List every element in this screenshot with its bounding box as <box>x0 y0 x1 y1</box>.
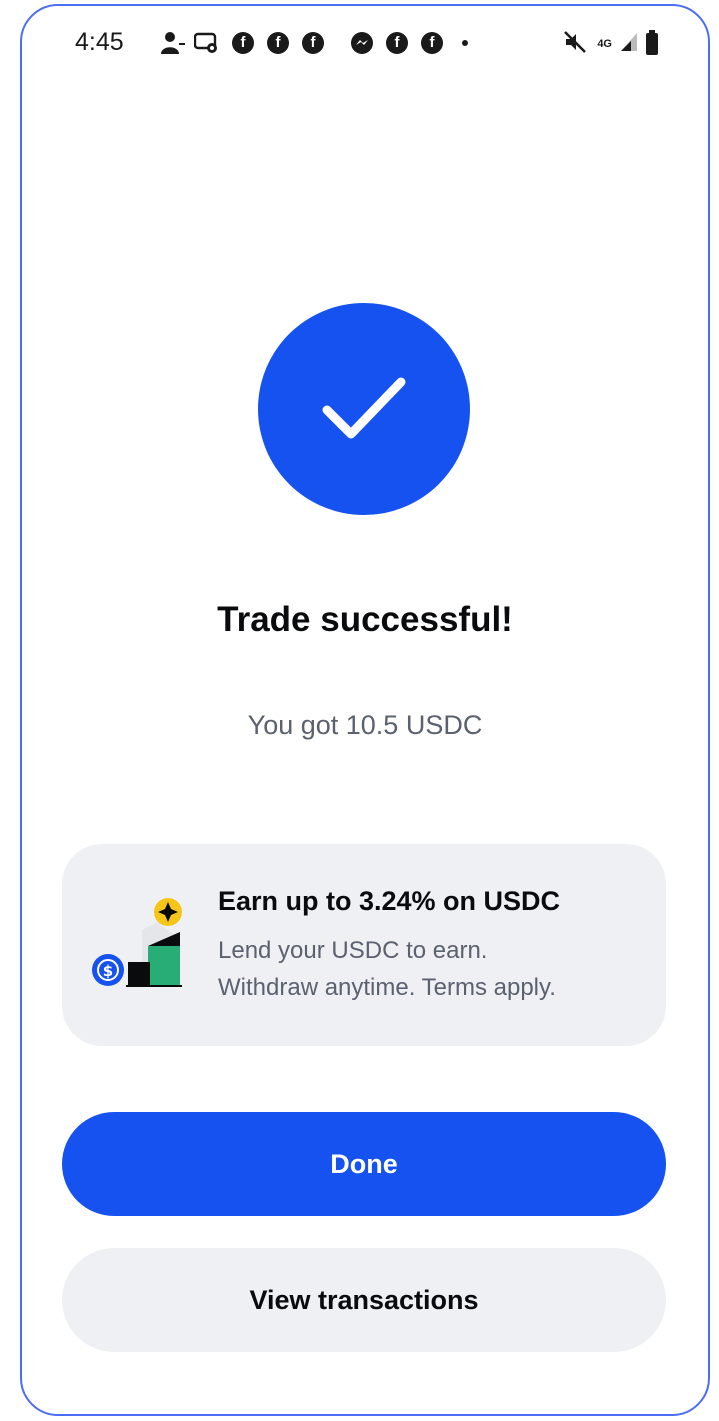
earn-promo-card[interactable]: $ Earn up to 3.24% on USDC Lend your USD… <box>62 844 666 1046</box>
status-time: 4:45 <box>75 28 124 56</box>
status-bar: 4:45 f f f f f 4G <box>22 6 708 86</box>
success-title: Trade successful! <box>217 600 513 639</box>
svg-text:$: $ <box>103 962 113 980</box>
messenger-icon <box>351 28 373 58</box>
done-button[interactable]: Done <box>62 1112 666 1216</box>
promo-description-line2: Withdraw anytime. Terms apply. <box>218 974 556 1001</box>
more-dot-icon <box>462 40 468 46</box>
voicemail-icon <box>194 28 220 58</box>
usdc-earn-illustration-icon: $ <box>92 892 192 992</box>
system-icons: 4G <box>563 30 658 58</box>
facebook-icon: f <box>386 32 408 54</box>
signal-icon <box>620 32 638 57</box>
person-add-icon <box>160 28 186 58</box>
lte-icon: 4G <box>597 37 612 50</box>
promo-description-line1: Lend your USDC to earn. <box>218 937 488 964</box>
facebook-icon: f <box>421 32 443 54</box>
promo-title: Earn up to 3.24% on USDC <box>218 886 561 916</box>
battery-icon <box>646 30 658 55</box>
mute-icon <box>563 30 589 59</box>
notification-icons: f f f f f <box>160 28 468 58</box>
facebook-icon: f <box>267 32 289 54</box>
view-transactions-button[interactable]: View transactions <box>62 1248 666 1352</box>
success-subtitle: You got 10.5 USDC <box>247 710 483 740</box>
facebook-icon: f <box>302 32 324 54</box>
success-check-icon <box>258 303 470 515</box>
facebook-icon: f <box>232 32 254 54</box>
phone-frame: 4:45 f f f f f 4G Trade successful! You … <box>20 4 710 1416</box>
